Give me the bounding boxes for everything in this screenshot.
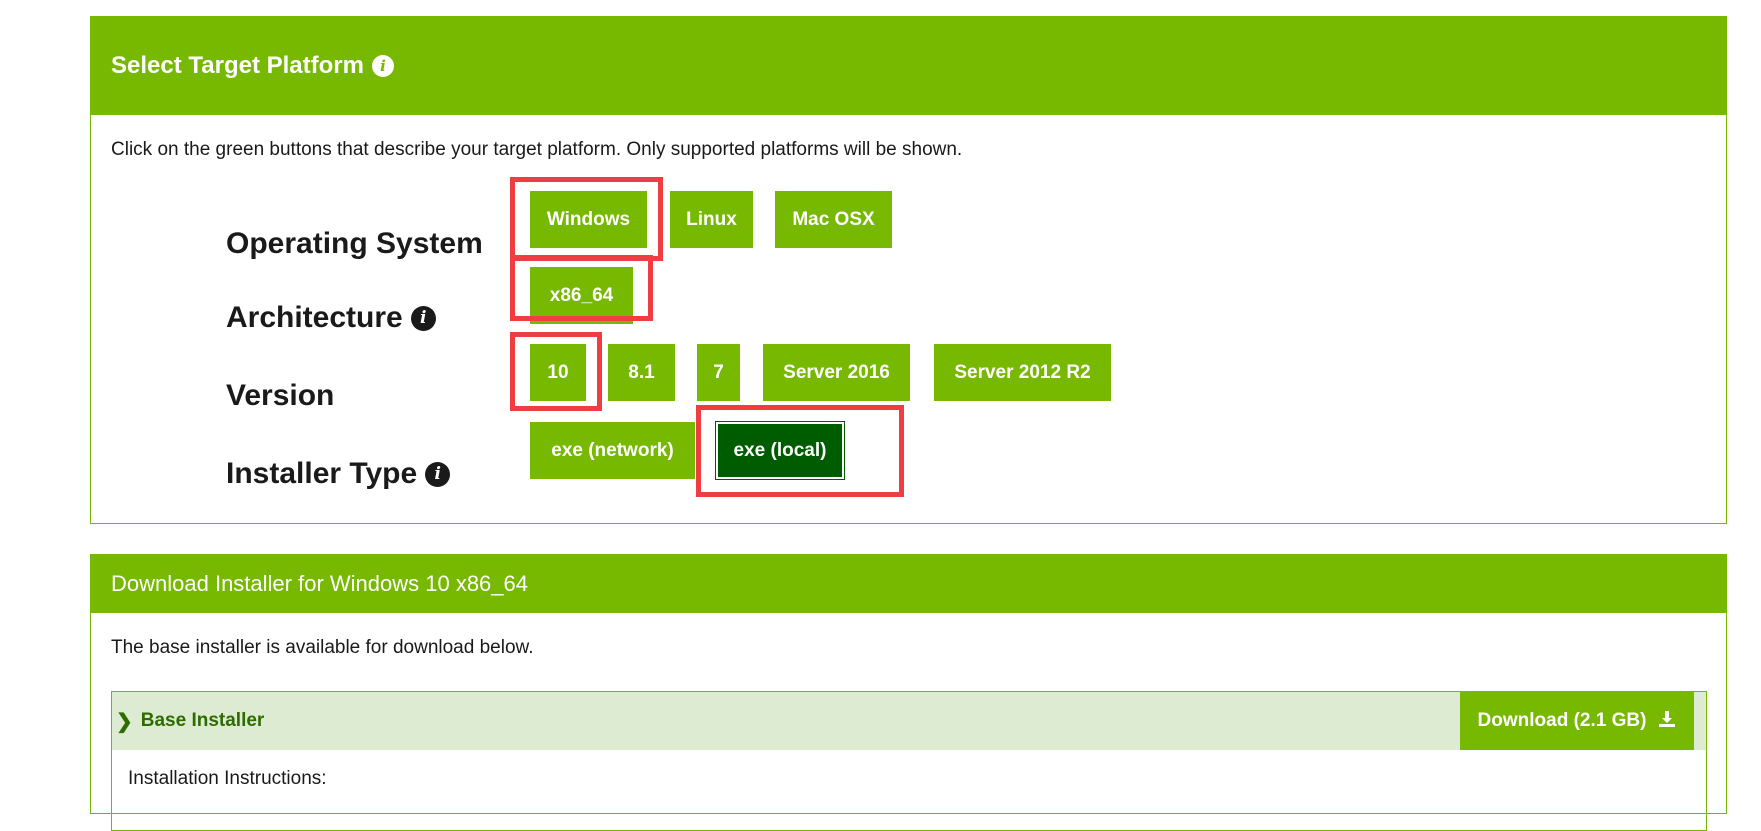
version-option-server-2016[interactable]: Server 2016 bbox=[763, 344, 910, 401]
download-button[interactable]: Download (2.1 GB) bbox=[1460, 692, 1694, 750]
version-option-7[interactable]: 7 bbox=[697, 344, 740, 401]
download-button-label: Download (2.1 GB) bbox=[1477, 710, 1647, 731]
base-installer-accordion: ❯ Base Installer Download (2.1 GB) Insta… bbox=[111, 691, 1707, 831]
version-option-server-2012-r2[interactable]: Server 2012 R2 bbox=[934, 344, 1111, 401]
panel-header: Select Target Platform i bbox=[91, 17, 1726, 115]
os-label-text: Operating System bbox=[226, 227, 483, 260]
instructions-text: Click on the green buttons that describe… bbox=[111, 139, 963, 160]
installer-option-exe-network[interactable]: exe (network) bbox=[530, 422, 695, 479]
panel-title: Select Target Platform bbox=[111, 52, 364, 79]
installer-type-label-text: Installer Type bbox=[226, 457, 418, 490]
download-installer-panel: Download Installer for Windows 10 x86_64… bbox=[90, 554, 1727, 831]
version-label: Version bbox=[226, 379, 334, 413]
accordion-header[interactable]: ❯ Base Installer Download (2.1 GB) bbox=[112, 692, 1706, 750]
os-option-windows[interactable]: Windows bbox=[530, 191, 647, 248]
download-description: The base installer is available for down… bbox=[111, 637, 534, 658]
os-label: Operating System bbox=[226, 227, 483, 261]
version-option-8-1[interactable]: 8.1 bbox=[608, 344, 675, 401]
panel-title: Download Installer for Windows 10 x86_64 bbox=[111, 571, 529, 596]
select-target-platform-panel: Select Target Platform i Click on the gr… bbox=[90, 16, 1727, 524]
arch-label: Architecture i bbox=[226, 301, 436, 335]
arch-label-text: Architecture bbox=[226, 301, 403, 334]
installation-instructions: Installation Instructions: bbox=[128, 768, 327, 789]
chevron-right-icon: ❯ bbox=[116, 710, 133, 733]
info-icon[interactable]: i bbox=[425, 461, 451, 487]
base-installer-label: Base Installer bbox=[140, 710, 265, 731]
version-option-10[interactable]: 10 bbox=[530, 344, 586, 401]
os-option-linux[interactable]: Linux bbox=[670, 191, 753, 248]
info-icon[interactable]: i bbox=[371, 55, 394, 77]
version-label-text: Version bbox=[226, 379, 335, 412]
download-icon bbox=[1658, 710, 1676, 733]
arch-option-x86_64[interactable]: x86_64 bbox=[530, 267, 633, 324]
accordion-title[interactable]: ❯ Base Installer bbox=[112, 709, 264, 734]
installer-option-exe-local[interactable]: exe (local) bbox=[715, 421, 845, 480]
os-option-macosx[interactable]: Mac OSX bbox=[775, 191, 892, 248]
panel-header: Download Installer for Windows 10 x86_64 bbox=[91, 555, 1726, 613]
installer-type-label: Installer Type i bbox=[226, 457, 451, 491]
info-icon[interactable]: i bbox=[410, 305, 436, 331]
